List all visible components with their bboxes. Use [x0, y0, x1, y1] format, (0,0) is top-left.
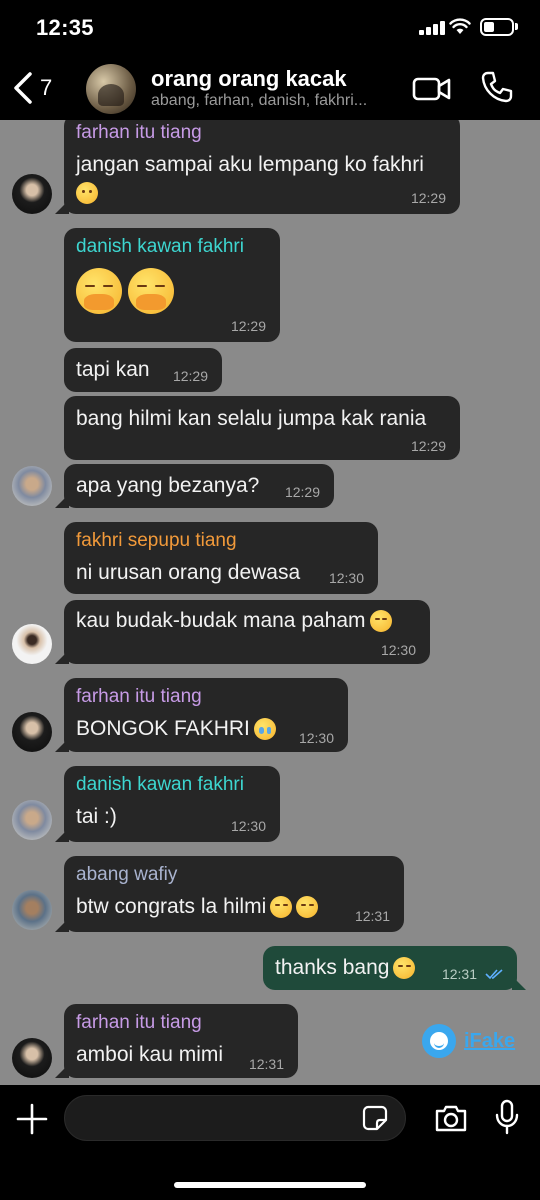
bubble-tail	[55, 650, 69, 664]
phone-icon[interactable]	[480, 70, 514, 104]
chat-header: 7 orang orang kacak abang, farhan, danis…	[0, 58, 540, 120]
kissing-face-emoji-icon	[369, 610, 392, 633]
message-time: 12:29	[284, 484, 320, 500]
message-sender: farhan itu tiang	[76, 122, 202, 143]
battery-icon	[480, 18, 514, 36]
message-time: 12:30	[230, 818, 266, 834]
bubble-tail	[55, 1064, 69, 1078]
plus-icon[interactable]	[14, 1101, 50, 1137]
yawning-face-emoji-icon	[76, 268, 122, 314]
home-indicator[interactable]	[174, 1182, 366, 1188]
message-time: 12:29	[410, 190, 446, 206]
message-text: BONGOK FAKHRI	[76, 716, 336, 742]
ifake-label: iFake	[464, 1029, 516, 1052]
microphone-icon[interactable]	[494, 1099, 520, 1135]
bubble-tail	[55, 494, 69, 508]
back-chevron-icon	[14, 72, 32, 104]
message-bubble[interactable]: fakhri sepupu tiang ni urusan orang dewa…	[64, 522, 378, 594]
message-sender: fakhri sepupu tiang	[76, 530, 237, 551]
status-bar: 12:35	[0, 0, 540, 58]
message-text-content: BONGOK FAKHRI	[76, 717, 250, 740]
read-check-icon	[485, 969, 503, 980]
crying-face-emoji-icon	[253, 718, 276, 741]
message-text: ni urusan orang dewasa	[76, 561, 301, 584]
message-time: 12:31	[441, 966, 477, 982]
message-bubble[interactable]: kau budak-budak mana paham 12:30	[55, 600, 430, 664]
message-bubble[interactable]: bang hilmi kan selalu jumpa kak rania 12…	[64, 396, 460, 460]
status-time: 12:35	[36, 15, 94, 40]
yawning-face-emoji-icon	[128, 268, 174, 314]
message-bubble[interactable]: farhan itu tiang jangan sampai aku lempa…	[55, 120, 460, 214]
group-avatar[interactable]	[86, 64, 136, 114]
message-sender: farhan itu tiang	[76, 686, 202, 707]
message-bubble[interactable]: danish kawan fakhri tai :) 12:30	[55, 766, 280, 842]
wifi-icon	[449, 18, 471, 34]
message-text: kau budak-budak mana paham	[76, 608, 418, 634]
message-sender: abang wafiy	[76, 864, 178, 885]
message-input[interactable]	[64, 1095, 406, 1141]
squinting-tongue-emoji-icon	[296, 896, 319, 919]
message-text-content: thanks bang	[275, 956, 390, 979]
message-time: 12:31	[354, 908, 390, 924]
message-bubble[interactable]: farhan itu tiang amboi kau mimi 12:31	[55, 1004, 298, 1078]
avatar[interactable]	[12, 1038, 52, 1078]
message-text: btw congrats la hilmi	[76, 894, 392, 920]
message-bubble[interactable]: farhan itu tiang BONGOK FAKHRI 12:30	[55, 678, 348, 752]
bubble-tail	[55, 918, 69, 932]
message-sender: danish kawan fakhri	[76, 236, 244, 257]
avatar[interactable]	[12, 712, 52, 752]
message-text-content: kau budak-budak mana paham	[76, 609, 366, 632]
message-bubble[interactable]: abang wafiy btw congrats la hilmi 12:31	[55, 856, 404, 932]
group-name[interactable]: orang orang kacak	[151, 66, 347, 92]
back-button[interactable]: 7	[8, 68, 68, 108]
ifake-watermark: iFake	[422, 1024, 515, 1058]
message-text: bang hilmi kan selalu jumpa kak rania	[76, 407, 427, 430]
avatar[interactable]	[12, 466, 52, 506]
bubble-tail	[55, 738, 69, 752]
message-emojis	[76, 268, 268, 314]
rolling-laughing-emoji-icon	[393, 957, 416, 980]
message-sender: farhan itu tiang	[76, 1012, 202, 1033]
message-sender: danish kawan fakhri	[76, 774, 244, 795]
video-call-icon[interactable]	[412, 74, 452, 104]
unread-count: 7	[40, 75, 53, 100]
message-text-content: jangan sampai aku lempang ko fakhri	[76, 153, 424, 176]
ifake-logo-icon	[422, 1024, 456, 1058]
message-text-content: btw congrats la hilmi	[76, 895, 267, 918]
sticker-icon[interactable]	[362, 1105, 388, 1131]
group-members[interactable]: abang, farhan, danish, fakhri...	[151, 92, 401, 110]
message-bubble[interactable]: apa yang bezanya? 12:29	[55, 464, 334, 508]
bubble-tail	[55, 828, 69, 842]
message-time: 12:30	[380, 642, 416, 658]
bubble-tail	[55, 200, 69, 214]
message-bubble[interactable]: tapi kan 12:29	[64, 348, 222, 392]
message-time: 12:31	[248, 1056, 284, 1072]
avatar[interactable]	[12, 624, 52, 664]
slightly-smiling-emoji-icon	[76, 182, 448, 204]
message-time: 12:29	[230, 318, 266, 334]
message-time: 12:30	[298, 730, 334, 746]
message-bubble[interactable]: danish kawan fakhri 12:29	[64, 228, 280, 342]
avatar[interactable]	[12, 800, 52, 840]
squinting-tongue-emoji-icon	[270, 896, 293, 919]
avatar[interactable]	[12, 174, 52, 214]
message-text: jangan sampai aku lempang ko fakhri	[76, 152, 448, 178]
battery-tip	[515, 23, 518, 30]
camera-icon[interactable]	[434, 1103, 468, 1133]
bubble-tail	[512, 976, 526, 990]
chat-area[interactable]: farhan itu tiang jangan sampai aku lempa…	[0, 120, 540, 1085]
message-time: 12:29	[410, 438, 446, 454]
cellular-signal-icon	[419, 21, 445, 35]
avatar[interactable]	[12, 890, 52, 930]
message-time: 12:29	[172, 368, 208, 384]
message-time: 12:30	[328, 570, 364, 586]
outgoing-message-bubble[interactable]: thanks bang 12:31	[263, 946, 526, 990]
